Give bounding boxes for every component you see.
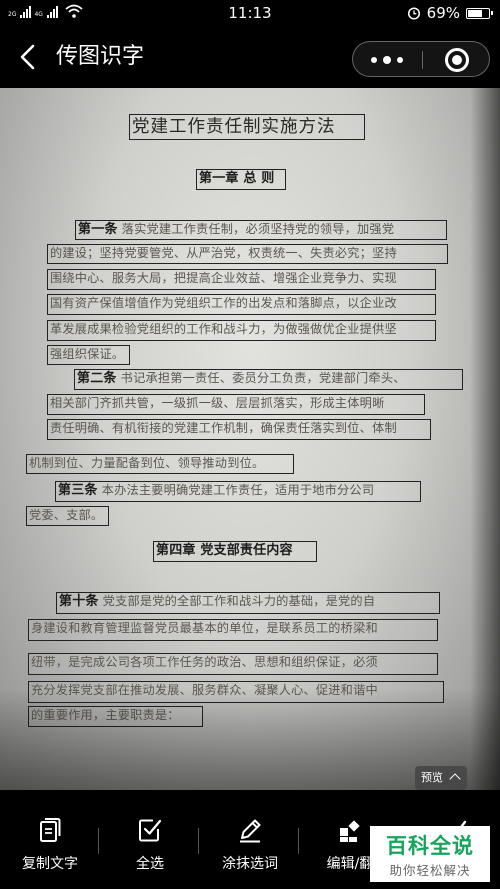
- document-photo: 党建工作责任制实施方法 第一章 总 则 第一条 落实党建工作责任制，必须坚持党的…: [0, 88, 500, 790]
- text-line[interactable]: 责任明确、有机衔接的党建工作机制，确保责任落实到位、体制: [47, 419, 431, 440]
- article-label: 第三条: [58, 483, 98, 498]
- text-line[interactable]: 围绕中心、服务大局，把提高企业效益、增强企业竞争力、实现: [47, 269, 436, 290]
- toolbar-divider: [98, 828, 99, 854]
- text-line[interactable]: 国有资产保值增值作为党组织工作的出发点和落脚点，以企业改: [47, 294, 436, 315]
- text-line[interactable]: 第十条 党支部是党的全部工作和战斗力的基础，是党的自: [56, 592, 440, 614]
- text-line[interactable]: 党委、支部。: [26, 506, 109, 526]
- brand-subtitle: 助你轻松解决: [389, 863, 471, 878]
- back-arrow-icon[interactable]: [16, 43, 42, 71]
- grid-apps-icon: [340, 820, 360, 842]
- alarm-icon: [407, 7, 420, 20]
- page-title: 传图识字: [56, 44, 145, 69]
- chevron-up-icon: [449, 773, 461, 785]
- battery-percent: 69%: [426, 4, 460, 22]
- text-line[interactable]: 机制到位、力量配备到位、领导推动到位。: [26, 454, 294, 474]
- text-line[interactable]: 第一条 落实党建工作责任制，必须坚持党的领导，加强党: [75, 220, 447, 240]
- select-all-button[interactable]: 全选: [100, 790, 200, 889]
- text-line[interactable]: 革发展成果检验党组织的工作和战斗力，为做强做优企业提供坚: [47, 320, 436, 341]
- toolbar-divider: [198, 828, 199, 854]
- text-line[interactable]: 的建设；坚持党要管党、从严治党，权责统一、失责必究；坚持: [47, 244, 448, 264]
- article-label: 第十条: [59, 594, 99, 609]
- copy-text-button[interactable]: 复制文字: [0, 790, 100, 889]
- pencil-icon: [240, 819, 261, 843]
- article-label: 第一条: [78, 222, 118, 237]
- nav-bar: 传图识字: [0, 26, 500, 88]
- capsule-divider: [422, 51, 423, 69]
- copy-document-icon: [40, 818, 61, 842]
- status-bar: 2G 4G 11:13 69%: [0, 0, 500, 26]
- brand-watermark: 百科全说 助你轻松解决: [370, 826, 490, 882]
- text-line[interactable]: 相关部门齐抓共管，一级抓一级、层层抓落实，形成主体明晰: [47, 394, 425, 415]
- close-target-icon[interactable]: [445, 48, 469, 72]
- erase-select-button[interactable]: 涂抹选词: [200, 790, 300, 889]
- checkbox-icon: [139, 819, 162, 842]
- text-line[interactable]: 纽带，是完成公司各项工作任务的政治、思想和组织保证，必须: [28, 653, 438, 675]
- battery-icon: [466, 7, 493, 19]
- chapter-heading[interactable]: 第四章 党支部责任内容: [153, 541, 317, 562]
- toolbar-divider: [298, 828, 299, 854]
- mini-program-capsule: [352, 41, 490, 77]
- preview-toggle-button[interactable]: 预览: [415, 766, 467, 790]
- more-options-icon[interactable]: [371, 55, 403, 65]
- brand-title: 百科全说: [386, 834, 474, 858]
- text-line[interactable]: 第三条 本办法主要明确党建工作责任，适用于地市分公司: [55, 481, 421, 502]
- chapter-heading[interactable]: 第一章 总 则: [196, 169, 286, 190]
- text-line[interactable]: 充分发挥党支部在推动发展、服务群众、凝聚人心、促进和谐中: [28, 681, 444, 703]
- text-line[interactable]: 强组织保证。: [47, 345, 130, 365]
- text-line[interactable]: 身建设和教育管理监督党员最基本的单位，是联系员工的桥梁和: [28, 619, 438, 641]
- text-line[interactable]: 第二条 书记承担第一责任、委员分工负责，党建部门牵头、: [74, 369, 463, 390]
- doc-title[interactable]: 党建工作责任制实施方法: [129, 114, 365, 140]
- article-label: 第二条: [77, 371, 117, 386]
- text-line[interactable]: 的重要作用，主要职责是：: [28, 706, 203, 727]
